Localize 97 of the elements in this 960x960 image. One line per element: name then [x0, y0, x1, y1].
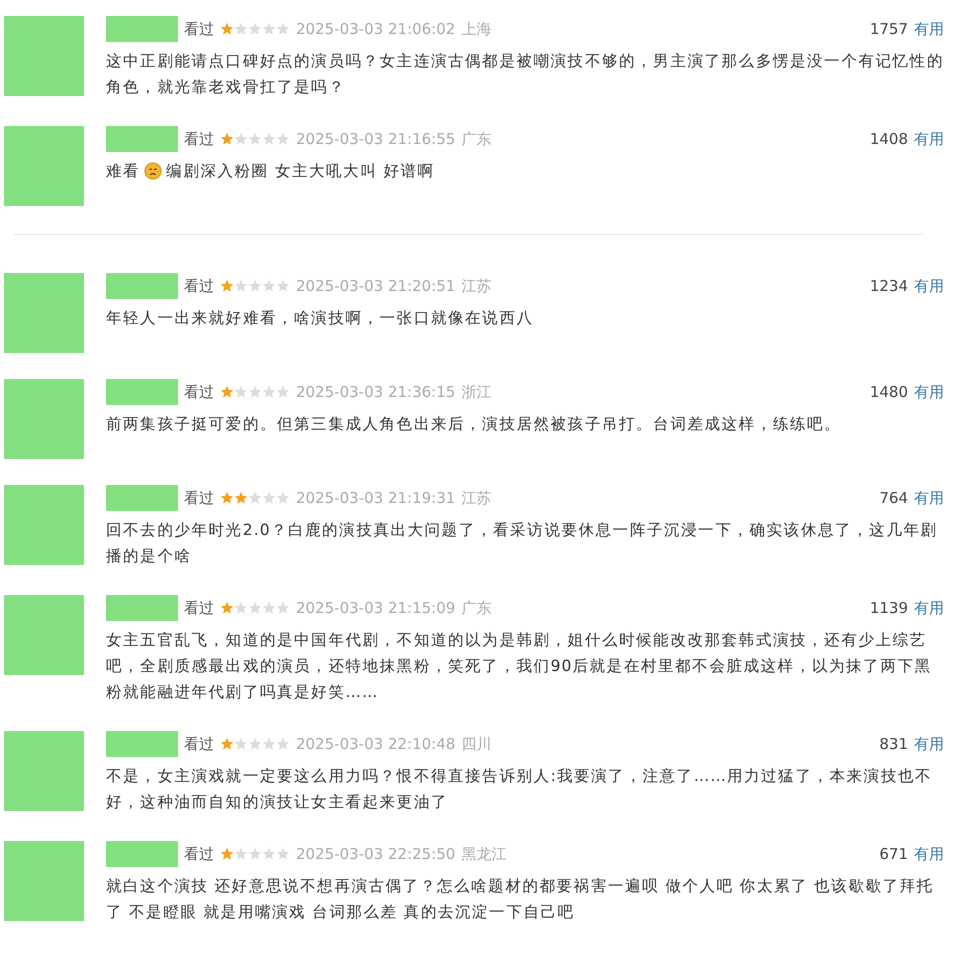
star-icon — [262, 22, 276, 36]
star-icon — [248, 491, 262, 505]
watched-label: 看过 — [184, 382, 214, 402]
watched-label: 看过 — [184, 130, 214, 148]
star-icon — [220, 601, 234, 615]
watched-label: 看过 — [184, 20, 214, 38]
comment-text: 就白这个演技 还好意思说不想再演古偶了？怎么啥题材的都要祸害一遍呗 做个人吧 你太累了 也该歇歇了拜托了 不是瞪眼 就是用嘴演戏 台词那么差 真的去沉淀一下自己吧 — [106, 876, 935, 923]
vote-count: 1234 — [870, 277, 908, 295]
watched-label: 看过 — [184, 598, 214, 618]
star-icon — [276, 491, 290, 505]
comment-text: 这中正剧能请点口碑好点的演员吗？女主连演古偶都是被嘲演技不够的，男主演了那么多愣是没一个有记忆性的角色，就光靠老戏骨扛了是吗？ — [106, 51, 944, 98]
vote-count: 671 — [879, 845, 908, 863]
star-icon — [248, 22, 262, 36]
comment-location: 上海 — [461, 20, 492, 38]
useful-link[interactable]: 有用 — [914, 382, 944, 402]
star-icon — [234, 491, 248, 505]
redaction-block — [106, 126, 178, 152]
star-icon — [220, 737, 234, 751]
comment-time: 2025-03-03 21:20:51 — [296, 277, 456, 295]
comment-time: 2025-03-03 21:16:55 — [296, 130, 456, 148]
comment-time: 2025-03-03 22:10:48 — [296, 735, 456, 753]
watched-label: 看过 — [184, 276, 214, 296]
comment-time: 2025-03-03 21:36:15 — [296, 383, 456, 401]
star-icon — [220, 491, 234, 505]
star-icon — [248, 279, 262, 293]
star-icon — [234, 22, 248, 36]
comment-location: 黑龙江 — [461, 844, 506, 864]
watched-label: 看过 — [184, 844, 214, 864]
comment-time: 2025-03-03 22:25:50 — [296, 845, 456, 863]
comment-text: 编剧深入粉圈 女主大吼大叫 好谱啊 — [166, 161, 435, 182]
comment-text: 不是，女主演戏就一定要这么用力吗？恨不得直接告诉别人:我要演了，注意了……用力过猛了，本来演技也不好，这种油而自知的演技让女主看起来更油了 — [106, 766, 934, 813]
star-icon — [234, 385, 248, 399]
star-icon — [262, 491, 276, 505]
vote-count: 831 — [879, 735, 908, 753]
comment-location: 广东 — [461, 598, 492, 618]
star-icon — [234, 132, 248, 146]
comment-location: 江苏 — [461, 488, 492, 508]
star-icon — [234, 601, 248, 615]
star-icon — [248, 601, 262, 615]
redaction-block — [106, 16, 178, 42]
star-icon — [262, 737, 276, 751]
star-icon — [276, 601, 290, 615]
comment-time: 2025-03-03 21:15:09 — [296, 599, 456, 617]
watched-label: 看过 — [184, 488, 214, 508]
star-icon — [220, 279, 234, 293]
star-icon — [276, 847, 290, 861]
vote-count: 1757 — [870, 20, 908, 38]
comment-text: 前两集孩子挺可爱的。但第三集成人角色出来后，演技居然被孩子吊打。台词差成这样，练练吧。 — [106, 414, 842, 435]
star-icon — [234, 847, 248, 861]
star-icon — [220, 22, 234, 36]
useful-link[interactable]: 有用 — [914, 488, 944, 508]
star-icon — [262, 847, 276, 861]
vote-count: 1480 — [870, 383, 908, 401]
star-icon — [220, 132, 234, 146]
star-icon — [262, 385, 276, 399]
comment-location: 广东 — [461, 130, 492, 148]
star-icon — [276, 385, 290, 399]
comment-text: 难看 — [106, 161, 140, 182]
redaction-block — [106, 379, 178, 405]
useful-link[interactable]: 有用 — [914, 734, 944, 754]
star-icon — [262, 279, 276, 293]
redaction-block — [106, 485, 178, 511]
comment-location: 江苏 — [461, 276, 492, 296]
vote-count: 1139 — [870, 599, 908, 617]
useful-link[interactable]: 有用 — [914, 20, 944, 38]
star-icon — [248, 847, 262, 861]
star-icon — [276, 279, 290, 293]
star-icon — [262, 601, 276, 615]
useful-link[interactable]: 有用 — [914, 276, 944, 296]
comment-text: 年轻人一出来就好难看，啥演技啊，一张口就像在说西八 — [106, 308, 534, 329]
comment-text: 回不去的少年时光2.0？白鹿的演技真出大问题了，看采访说要休息一阵子沉浸一下，确实该休息了，这几年剧播的是个啥 — [106, 520, 939, 567]
star-icon — [234, 737, 248, 751]
star-icon — [276, 737, 290, 751]
useful-link[interactable]: 有用 — [914, 130, 944, 148]
redaction-block — [106, 841, 178, 867]
star-icon — [276, 132, 290, 146]
vote-count: 1408 — [870, 130, 908, 148]
star-icon — [248, 385, 262, 399]
star-icon — [248, 737, 262, 751]
star-icon — [234, 279, 248, 293]
watched-label: 看过 — [184, 734, 214, 754]
star-icon — [220, 847, 234, 861]
comment-location: 浙江 — [461, 382, 492, 402]
comment-time: 2025-03-03 21:06:02 — [296, 20, 456, 38]
comment-text: 女主五官乱飞，知道的是中国年代剧，不知道的以为是韩剧，姐什么时候能改改那套韩式演技，还有少上综艺吧，全剧质感最出戏的演员，还特地抹黑粉，笑死了，我们90后就是在村里都不会脏成这样，以为抹了两下黑粉就能融进年代剧了吗真是好笑…… — [106, 630, 933, 703]
star-icon — [220, 385, 234, 399]
vote-count: 764 — [879, 489, 908, 507]
star-icon — [248, 132, 262, 146]
redaction-block — [106, 595, 178, 621]
star-icon — [276, 22, 290, 36]
comment-time: 2025-03-03 21:19:31 — [296, 489, 456, 507]
redaction-block — [106, 731, 178, 757]
comment-location: 四川 — [461, 734, 492, 754]
useful-link[interactable]: 有用 — [914, 598, 944, 618]
star-icon — [262, 132, 276, 146]
redaction-block — [106, 273, 178, 299]
useful-link[interactable]: 有用 — [914, 844, 944, 864]
